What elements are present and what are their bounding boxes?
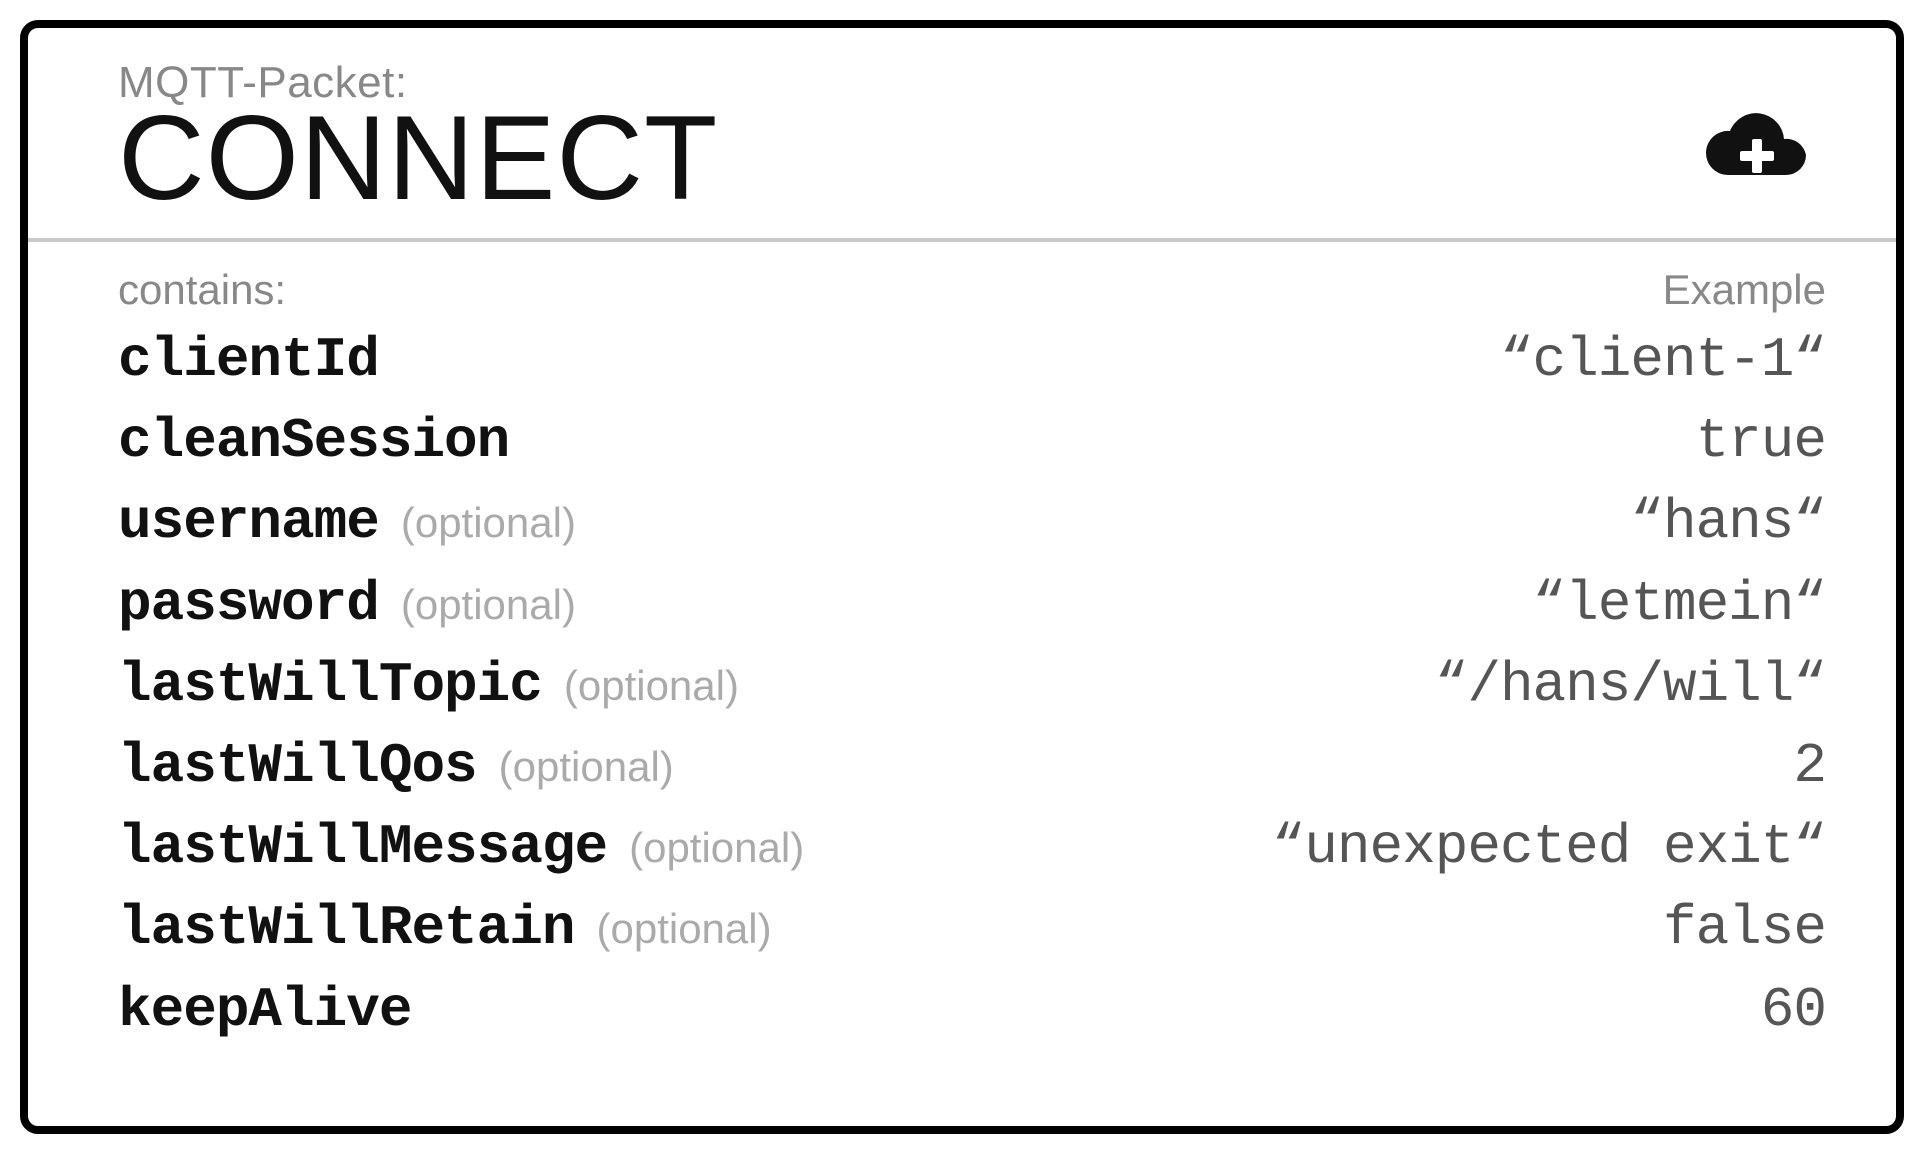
field-left: lastWillTopic (optional) <box>118 645 739 726</box>
card-header: MQTT-Packet: CONNECT <box>28 28 1896 242</box>
packet-card: MQTT-Packet: CONNECT contains: Example c… <box>20 20 1904 1134</box>
field-example: false <box>1663 888 1826 969</box>
field-left: keepAlive <box>118 970 411 1051</box>
field-left: lastWillRetain (optional) <box>118 888 772 969</box>
field-name: lastWillRetain <box>118 888 574 969</box>
field-name: keepAlive <box>118 970 411 1051</box>
fields-list: clientId“client-1“cleanSessiontrueuserna… <box>118 320 1826 1051</box>
field-left: lastWillMessage (optional) <box>118 807 804 888</box>
packet-name: CONNECT <box>118 98 718 218</box>
optional-tag: (optional) <box>401 575 576 636</box>
field-name: clientId <box>118 320 379 401</box>
field-left: lastWillQos (optional) <box>118 726 674 807</box>
field-name: password <box>118 564 379 645</box>
contains-label: contains: <box>118 266 286 314</box>
field-example: “/hans/will“ <box>1435 645 1826 726</box>
field-left: username (optional) <box>118 482 576 563</box>
field-row: lastWillQos (optional) 2 <box>118 726 1826 807</box>
optional-tag: (optional) <box>564 656 739 717</box>
field-example: 60 <box>1761 970 1826 1051</box>
field-row: lastWillMessage (optional) “unexpected exi… <box>118 807 1826 888</box>
field-row: username (optional) “hans“ <box>118 482 1826 563</box>
field-row: cleanSession true <box>118 401 1826 482</box>
header-text: MQTT-Packet: CONNECT <box>118 58 718 218</box>
cloud-plus-icon <box>1686 105 1816 200</box>
field-example: “hans“ <box>1630 482 1826 563</box>
optional-tag: (optional) <box>499 737 674 798</box>
field-example: “unexpected exit“ <box>1272 807 1826 888</box>
optional-tag: (optional) <box>629 818 804 879</box>
field-row: clientId “client-1“ <box>118 320 1826 401</box>
field-left: clientId <box>118 320 379 401</box>
field-left: password (optional) <box>118 564 576 645</box>
optional-tag: (optional) <box>596 899 771 960</box>
field-example: 2 <box>1793 726 1826 807</box>
field-name: username <box>118 482 379 563</box>
field-name: lastWillMessage <box>118 807 607 888</box>
field-example: “client-1“ <box>1500 320 1826 401</box>
field-row: lastWillTopic (optional) “/hans/will“ <box>118 645 1826 726</box>
body-labels: contains: Example <box>118 266 1826 314</box>
field-name: lastWillTopic <box>118 645 542 726</box>
field-row: password (optional) “letmein“ <box>118 564 1826 645</box>
field-name: cleanSession <box>118 401 509 482</box>
field-example: true <box>1696 401 1826 482</box>
field-example: “letmein“ <box>1533 564 1826 645</box>
card-body: contains: Example clientId“client-1“clea… <box>28 242 1896 1071</box>
field-left: cleanSession <box>118 401 509 482</box>
field-name: lastWillQos <box>118 726 477 807</box>
field-row: lastWillRetain (optional) false <box>118 888 1826 969</box>
optional-tag: (optional) <box>401 493 576 554</box>
example-label: Example <box>1663 266 1826 314</box>
field-row: keepAlive 60 <box>118 970 1826 1051</box>
